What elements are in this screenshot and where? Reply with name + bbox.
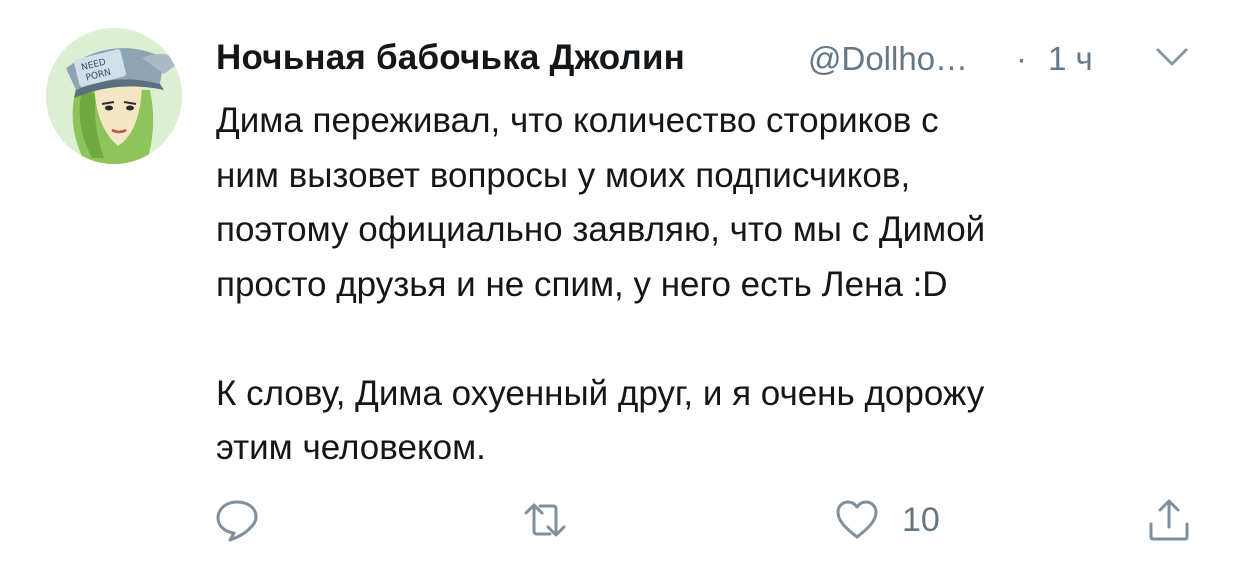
share-upload-icon	[1149, 499, 1189, 541]
chevron-down-icon[interactable]	[1152, 44, 1192, 72]
tweet-text-line: поэтому официально заявляю, что мы с Дим…	[216, 210, 986, 249]
tweet-text-line: ним вызовет вопросы у моих подписчиков,	[216, 155, 911, 195]
tweet-text-line: просто друзья и не спим, у него есть Лен…	[216, 264, 948, 304]
retweet-arrows-icon	[524, 503, 566, 537]
tweet-text-line: К слову, Дима охуенный друг, и я очень д…	[216, 373, 985, 413]
author-name[interactable]: Ночьная бабочька Джолин	[216, 38, 685, 78]
tweet-text: Дима переживал, что количество сториков …	[216, 94, 1206, 476]
like-button[interactable]: 10	[834, 492, 940, 548]
heart-icon	[836, 500, 878, 539]
retweet-button[interactable]	[522, 492, 568, 548]
timestamp[interactable]: 1 ч	[1048, 40, 1093, 78]
separator-dot: ·	[1016, 40, 1027, 77]
share-button[interactable]	[1146, 492, 1192, 548]
tweet-header: Ночьная бабочька Джолин @Dollho… · 1 ч	[216, 30, 1206, 88]
avatar[interactable]: NEED PORN	[46, 28, 182, 164]
tweet-text-line: этим человеком.	[216, 428, 486, 467]
avatar-illustration: NEED PORN	[46, 28, 182, 164]
like-count: 10	[902, 500, 940, 539]
author-handle[interactable]: @Dollho…	[808, 40, 968, 78]
speech-bubble-icon	[216, 500, 258, 542]
tweet-actions: 10	[214, 492, 1204, 552]
reply-button[interactable]	[214, 492, 260, 548]
tweet-text-line: Дима переживал, что количество сториков …	[216, 101, 939, 140]
